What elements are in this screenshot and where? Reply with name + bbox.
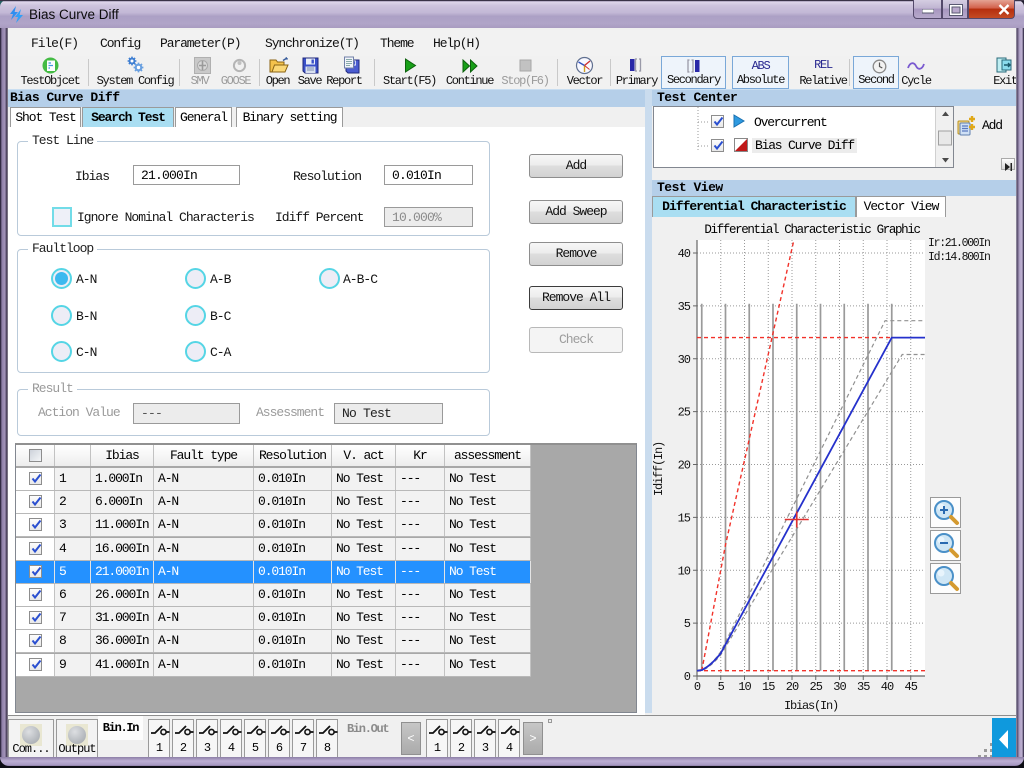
svg-text:30: 30 xyxy=(833,680,846,694)
svg-text:25: 25 xyxy=(678,406,691,420)
svg-text:35: 35 xyxy=(678,300,691,314)
svg-text:Ir:21.000In: Ir:21.000In xyxy=(928,237,990,250)
svg-text:40: 40 xyxy=(678,247,691,261)
svg-text:30: 30 xyxy=(678,353,691,367)
svg-text:0: 0 xyxy=(694,680,701,694)
svg-text:15: 15 xyxy=(762,680,775,694)
svg-text:Ibias(In): Ibias(In) xyxy=(784,699,838,713)
svg-text:Idiff(In): Idiff(In) xyxy=(652,442,666,496)
svg-text:40: 40 xyxy=(881,680,894,694)
svg-text:15: 15 xyxy=(678,511,691,525)
svg-text:20: 20 xyxy=(786,680,799,694)
svg-text:20: 20 xyxy=(678,459,691,473)
svg-text:35: 35 xyxy=(857,680,870,694)
svg-text:5: 5 xyxy=(684,617,691,631)
svg-text:10: 10 xyxy=(678,564,691,578)
svg-text:25: 25 xyxy=(810,680,823,694)
svg-text:10: 10 xyxy=(738,680,751,694)
svg-text:5: 5 xyxy=(718,680,725,694)
svg-text:Differential Characteristic Gr: Differential Characteristic Graphic xyxy=(704,223,920,237)
svg-text:Id:14.800In: Id:14.800In xyxy=(928,251,990,264)
svg-text:45: 45 xyxy=(905,680,918,694)
svg-text:0: 0 xyxy=(684,670,691,684)
